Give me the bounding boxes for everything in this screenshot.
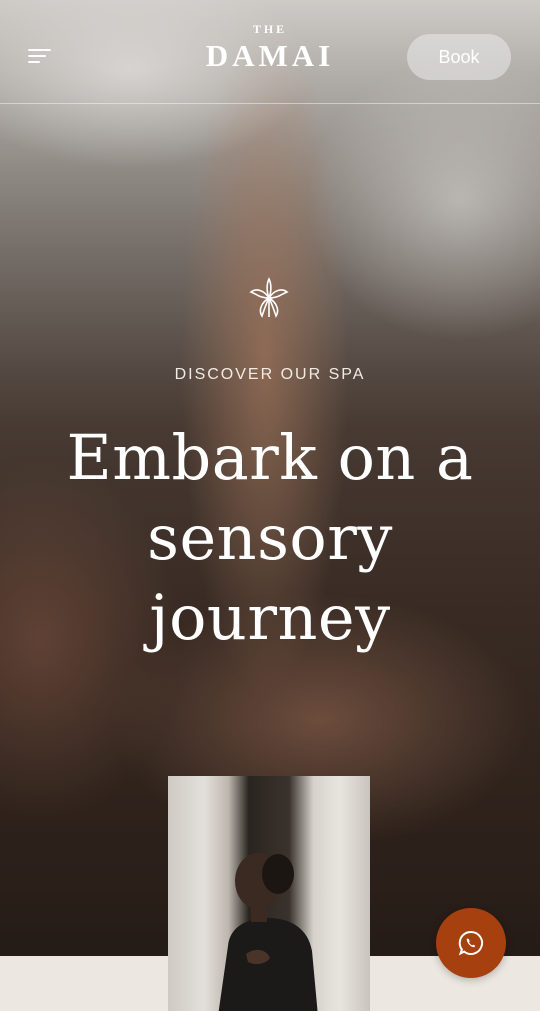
book-button[interactable]: Book [407, 34, 511, 80]
site-header: THE DAMAI Book [0, 0, 540, 104]
headline-line: sensory [147, 501, 393, 574]
logo-prefix: THE [252, 22, 288, 36]
hero-eyebrow: DISCOVER OUR SPA [174, 366, 366, 383]
headline-line: Embark on a [66, 421, 474, 494]
spa-therapist-photo [168, 776, 370, 1011]
headline-line: journey [149, 581, 391, 654]
site-logo[interactable]: THE DAMAI [170, 22, 370, 74]
therapist-figure [218, 853, 318, 1011]
hero-headline: Embark on a sensory journey [20, 418, 520, 658]
whatsapp-chat-button[interactable] [436, 908, 506, 978]
hamburger-menu-icon[interactable] [20, 40, 58, 72]
logo-name: DAMAI [205, 38, 335, 73]
whatsapp-icon [458, 930, 484, 956]
lotus-emblem-icon [249, 277, 289, 318]
